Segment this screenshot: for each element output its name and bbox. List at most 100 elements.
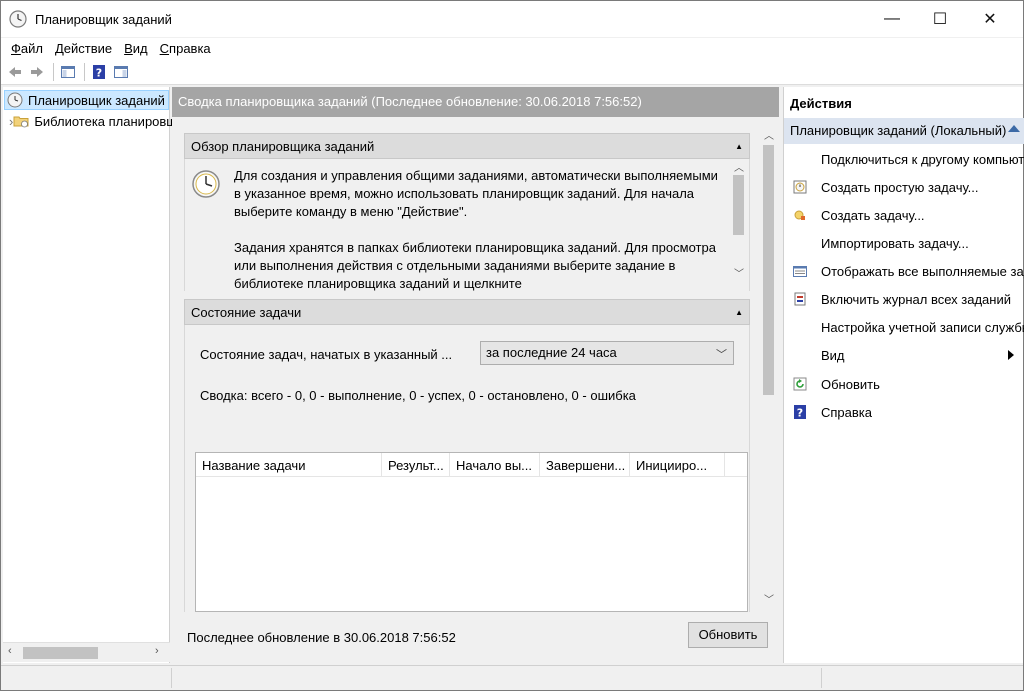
action-import-task[interactable]: Импортировать задачу...	[784, 231, 1024, 255]
menu-action[interactable]: Действие	[49, 38, 118, 60]
tree-item-label: Планировщик заданий (Локальный)	[28, 92, 168, 108]
summary-vertical-scrollbar[interactable]: ︿ ﹀	[760, 125, 777, 609]
column-header-end[interactable]: Завершени...	[540, 453, 630, 477]
menu-file[interactable]: Файл	[5, 38, 49, 60]
action-label: Импортировать задачу...	[821, 235, 969, 251]
last-update-text: Последнее обновление в 30.06.2018 7:56:5…	[187, 630, 456, 645]
actions-pane: Действия Планировщик заданий (Локальный)…	[783, 87, 1024, 663]
console-tree: Планировщик заданий (Локальный) › Библио…	[3, 87, 174, 663]
blank-icon	[792, 235, 808, 251]
actions-title: Действия	[790, 96, 852, 111]
journal-icon	[794, 292, 806, 306]
window-title: Планировщик заданий	[35, 12, 172, 27]
action-label: Обновить	[821, 376, 880, 392]
scroll-left-icon[interactable]: ‹	[8, 645, 12, 657]
status-bar	[1, 665, 1023, 690]
column-header-start[interactable]: Начало вы...	[450, 453, 540, 477]
simple-task-icon	[793, 180, 807, 194]
tree-item-library[interactable]: › Библиотека планировщика заданий	[9, 111, 174, 131]
scroll-up-icon[interactable]: ︿	[734, 159, 744, 174]
blank-icon	[792, 151, 808, 167]
summary-header: Сводка планировщика заданий (Последнее о…	[172, 87, 779, 117]
status-separator	[821, 668, 822, 688]
blank-icon	[792, 319, 808, 335]
scroll-right-icon[interactable]: ›	[155, 645, 159, 657]
menu-bar: Файл Действие Вид Справка	[1, 38, 1023, 60]
minimize-button[interactable]: —	[869, 1, 915, 37]
action-label: Справка	[821, 404, 872, 420]
task-scheduler-window: Планировщик заданий — ☐ ✕ Файл Действие …	[0, 0, 1024, 691]
clock-icon	[192, 170, 220, 198]
column-header-initiator[interactable]: Иницииро...	[630, 453, 725, 477]
tree-horizontal-scrollbar[interactable]: ‹ ›	[3, 642, 170, 662]
action-label: Создать простую задачу...	[821, 179, 979, 195]
collapse-icon[interactable]: ▲	[735, 142, 743, 151]
scroll-up-icon[interactable]: ︿	[764, 127, 774, 142]
overview-scrollbar[interactable]: ︿ ﹀	[730, 159, 747, 281]
task-status-table[interactable]: Название задачи Результ... Начало вы... …	[195, 452, 748, 612]
action-refresh[interactable]: Обновить	[784, 372, 1024, 396]
show-console-tree-button[interactable]	[58, 62, 78, 82]
toolbar-separator	[84, 63, 85, 81]
action-connect-computer[interactable]: Подключиться к другому компьютеру...	[784, 147, 1024, 171]
action-label: Настройка учетной записи службы AT	[821, 319, 1024, 335]
action-at-service-account[interactable]: Настройка учетной записи службы AT	[784, 315, 1024, 339]
column-header-task-name[interactable]: Название задачи	[196, 453, 382, 477]
action-label: Вид	[821, 347, 845, 363]
close-button[interactable]: ✕	[967, 1, 1013, 37]
status-period-select[interactable]: за последние 24 часа ﹀	[480, 341, 734, 365]
action-create-basic-task[interactable]: Создать простую задачу...	[784, 175, 1024, 199]
actions-group-header[interactable]: Планировщик заданий (Локальный)	[784, 118, 1024, 144]
overview-section-header[interactable]: Обзор планировщика заданий ▲	[184, 133, 750, 159]
summary-pane: Сводка планировщика заданий (Последнее о…	[172, 87, 779, 663]
select-value: за последние 24 часа	[486, 345, 617, 360]
show-action-pane-button[interactable]	[111, 62, 131, 82]
svg-text:?: ?	[96, 67, 102, 80]
clock-icon	[7, 92, 23, 108]
scroll-thumb[interactable]	[23, 647, 98, 659]
chevron-down-icon: ﹀	[716, 349, 727, 361]
collapse-triangle-icon[interactable]	[1008, 125, 1020, 132]
forward-arrow-icon	[31, 67, 43, 77]
help-button[interactable]: ?	[89, 62, 109, 82]
tree-item-label: Библиотека планировщика заданий	[34, 113, 174, 129]
scroll-thumb[interactable]	[763, 145, 774, 395]
overview-text: Для создания и управления общими задания…	[234, 167, 724, 291]
action-label: Подключиться к другому компьютеру...	[821, 151, 1024, 167]
menu-help[interactable]: Справка	[154, 38, 217, 60]
task-status-section-header[interactable]: Состояние задачи ▲	[184, 299, 750, 325]
action-label: Включить журнал всех заданий	[821, 291, 1011, 307]
action-pane-icon	[114, 66, 128, 78]
column-header-result[interactable]: Результ...	[382, 453, 450, 477]
action-view-submenu[interactable]: Вид	[784, 343, 1024, 367]
title-bar: Планировщик заданий — ☐ ✕	[1, 1, 1023, 37]
back-arrow-icon	[9, 67, 21, 77]
help-icon: ?	[93, 65, 105, 80]
scroll-down-icon[interactable]: ﹀	[734, 265, 744, 280]
action-label: Отображать все выполняемые задачи	[821, 263, 1024, 279]
overview-paragraph: Задания хранятся в папках библиотеки пла…	[234, 240, 716, 291]
blank-icon	[792, 347, 808, 363]
tree-item-scheduler[interactable]: Планировщик заданий (Локальный)	[4, 90, 169, 110]
action-create-task[interactable]: Создать задачу...	[784, 203, 1024, 227]
maximize-button[interactable]: ☐	[917, 1, 963, 37]
folder-icon	[13, 116, 29, 128]
forward-button[interactable]	[27, 62, 47, 82]
back-button[interactable]	[5, 62, 25, 82]
refresh-button[interactable]: Обновить	[688, 622, 768, 648]
help-icon: ?	[794, 405, 806, 420]
collapse-icon[interactable]: ▲	[735, 308, 743, 317]
action-show-running-tasks[interactable]: Отображать все выполняемые задачи	[784, 259, 1024, 283]
action-enable-history[interactable]: Включить журнал всех заданий	[784, 287, 1024, 311]
svg-text:?: ?	[797, 407, 803, 420]
overview-paragraph: Для создания и управления общими задания…	[234, 168, 718, 219]
scroll-down-icon[interactable]: ﹀	[764, 591, 774, 606]
action-help[interactable]: ? Справка	[784, 400, 1024, 424]
toolbar-separator	[53, 63, 54, 81]
section-title: Состояние задачи	[191, 305, 302, 320]
toolbar: ?	[1, 60, 1023, 85]
menu-view[interactable]: Вид	[118, 38, 154, 60]
status-summary: Сводка: всего - 0, 0 - выполнение, 0 - у…	[200, 388, 636, 403]
scroll-thumb[interactable]	[733, 175, 744, 235]
group-title: Планировщик заданий (Локальный)	[790, 123, 1007, 138]
